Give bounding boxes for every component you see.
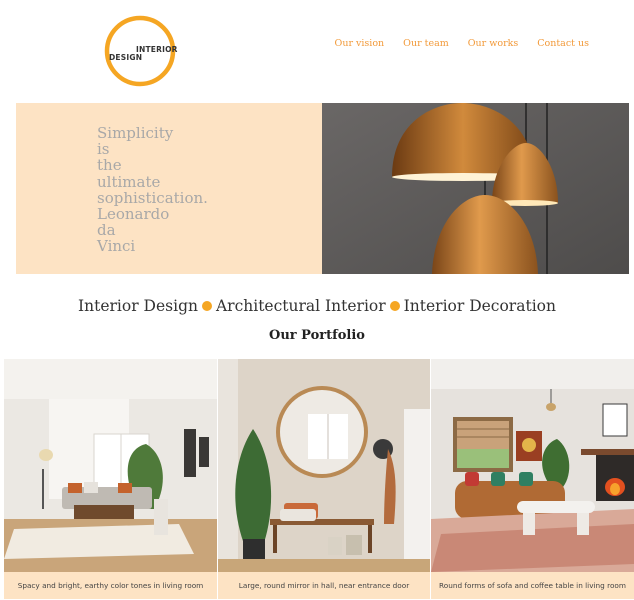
logo-text-design: DESIGN xyxy=(109,53,143,62)
portfolio-caption: Spacy and bright, earthy color tones in … xyxy=(4,572,217,599)
portfolio-caption: Large, round mirror in hall, near entran… xyxy=(218,572,430,599)
nav-our-team[interactable]: Our team xyxy=(403,38,449,49)
portfolio-gallery: Spacy and bright, earthy color tones in … xyxy=(2,359,634,599)
logo-text-interior: INTERIOR xyxy=(136,45,178,54)
nav-our-vision[interactable]: Our vision xyxy=(335,38,385,49)
hero-quote-panel: Simplicity is the ultimate sophisticatio… xyxy=(16,103,322,274)
service-architectural-interior: Architectural Interior xyxy=(215,297,386,315)
hero-pendant-lamps-image xyxy=(322,103,629,274)
service-interior-design: Interior Design xyxy=(78,297,198,315)
nav-contact-us[interactable]: Contact us xyxy=(537,38,589,49)
main-nav: Our vision Our team Our works Contact us xyxy=(335,38,589,49)
hallway-mirror-photo xyxy=(218,359,430,572)
portfolio-item[interactable]: Spacy and bright, earthy color tones in … xyxy=(4,359,217,599)
living-room-photo xyxy=(4,359,217,572)
dot-separator-icon xyxy=(389,301,400,311)
logo[interactable]: INTERIOR DESIGN xyxy=(103,14,177,88)
living-room-sofa-photo xyxy=(431,359,634,572)
site-header: INTERIOR DESIGN Our vision Our team Our … xyxy=(0,0,634,95)
services-line: Interior Design Architectural Interior Int… xyxy=(0,297,634,315)
dot-separator-icon xyxy=(201,301,212,311)
portfolio-title: Our Portfolio xyxy=(269,328,365,343)
portfolio-caption: Round forms of sofa and coffee table in … xyxy=(431,572,634,599)
hero-banner: Simplicity is the ultimate sophisticatio… xyxy=(16,103,629,274)
portfolio-item[interactable]: Round forms of sofa and coffee table in … xyxy=(431,359,634,599)
portfolio-item[interactable]: Large, round mirror in hall, near entran… xyxy=(218,359,430,599)
hero-quote: Simplicity is the ultimate sophisticatio… xyxy=(97,124,208,256)
nav-our-works[interactable]: Our works xyxy=(468,38,519,49)
service-interior-decoration: Interior Decoration xyxy=(403,297,556,315)
